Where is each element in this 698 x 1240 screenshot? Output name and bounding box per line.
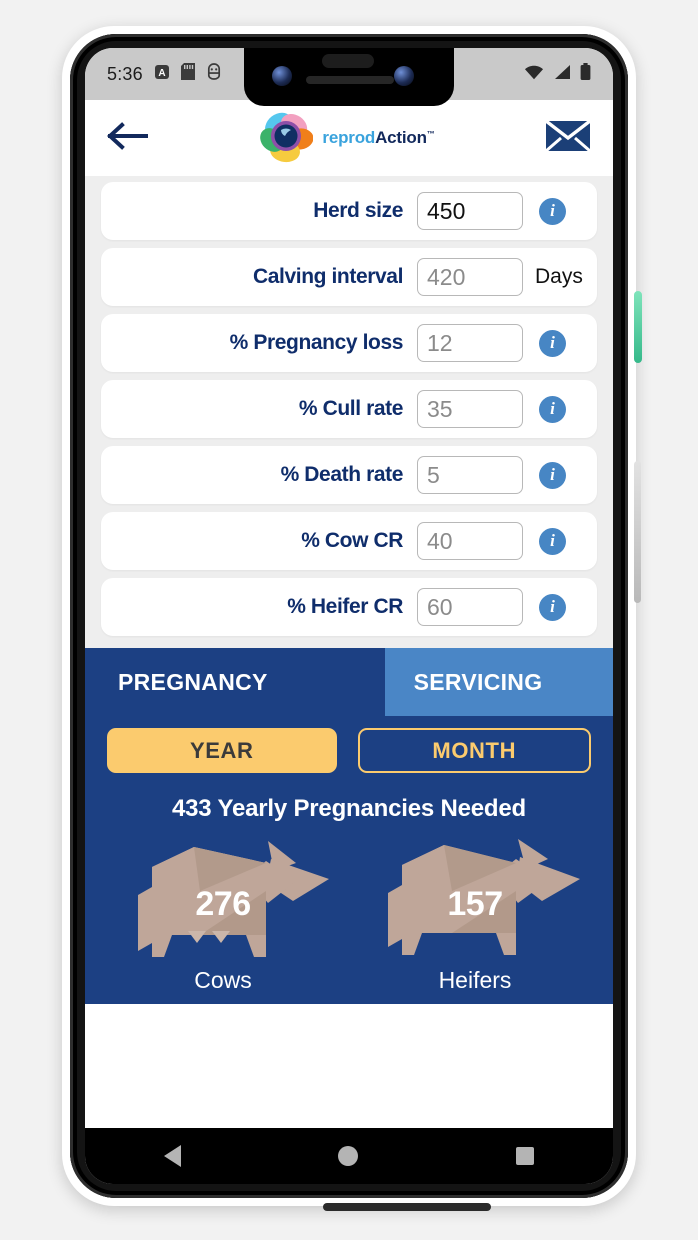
results-tabs: SERVICING PREGNANCY: [85, 648, 613, 716]
wifi-icon: [524, 64, 544, 85]
nav-home-icon[interactable]: [338, 1146, 359, 1166]
tab-pregnancy[interactable]: PREGNANCY: [85, 648, 385, 716]
field-suffix: Days: [535, 265, 583, 288]
android-debug-icon: [206, 63, 222, 85]
brand-logo: reprodAction™: [259, 109, 435, 168]
info-icon[interactable]: i: [539, 395, 566, 423]
animal-results: 276 Cows 157 Heifers: [85, 829, 613, 1004]
info-slot: i: [523, 461, 597, 489]
field-label: % Death rate: [280, 463, 404, 486]
heifers-result: 157 Heifers: [357, 833, 593, 994]
field-row: % Cull rate i: [101, 380, 597, 438]
info-slot: i: [523, 197, 597, 225]
field-label: % Cull rate: [298, 397, 404, 420]
field-input[interactable]: [417, 258, 523, 296]
reprodaction-swirl-icon: [259, 109, 314, 168]
signal-icon: [553, 64, 571, 85]
info-icon[interactable]: i: [539, 461, 566, 489]
alarm-a-icon: A: [154, 64, 170, 85]
field-label: Herd size: [313, 199, 403, 222]
info-icon[interactable]: i: [539, 329, 566, 357]
parameters-form: Herd size i Calving interval Days % Pregnanc…: [85, 176, 613, 648]
period-month-button[interactable]: MONTH: [357, 728, 591, 773]
field-row: % Heifer CR i: [101, 578, 597, 636]
info-icon[interactable]: i: [539, 197, 566, 225]
power-button[interactable]: [634, 291, 642, 363]
info-icon[interactable]: i: [539, 593, 566, 621]
sd-card-icon: [180, 63, 195, 85]
info-slot: i: [523, 593, 597, 621]
svg-text:A: A: [158, 68, 165, 79]
tab-pregnancy-label: PREGNANCY: [118, 668, 268, 695]
results-panel: SERVICING PREGNANCY YEAR MONTH 433 Yearl…: [85, 648, 613, 1004]
field-input[interactable]: [417, 456, 523, 494]
field-row: % Death rate i: [101, 446, 597, 504]
period-toggle-group: YEAR MONTH: [85, 716, 613, 773]
status-time: 5:36: [107, 63, 143, 84]
phone-screen: 5:36 A reprodAction™ Herd size 450 i Cal…: [85, 48, 613, 1184]
status-bar-left: 5:36 A: [85, 63, 222, 85]
field-input[interactable]: [417, 390, 523, 428]
period-month-label: MONTH: [432, 737, 517, 763]
cow-figure-wrap: 276: [105, 833, 341, 963]
front-camera-left-icon: [272, 66, 292, 86]
earpiece-speaker: [306, 76, 394, 84]
cows-label: Cows: [194, 967, 252, 993]
nav-recents-icon[interactable]: [516, 1147, 535, 1165]
volume-rocker[interactable]: [634, 461, 641, 603]
android-nav-bar: [85, 1128, 613, 1184]
field-input[interactable]: [417, 192, 523, 230]
field-input[interactable]: [417, 588, 523, 626]
tab-servicing-label: SERVICING: [413, 668, 543, 695]
back-arrow-icon[interactable]: [107, 121, 149, 156]
brand-trademark: ™: [426, 129, 435, 139]
camera-notch: [244, 48, 454, 106]
cows-count: 276: [195, 885, 251, 923]
battery-icon: [580, 62, 591, 86]
heifers-count: 157: [447, 885, 503, 923]
brand-name: reprodAction™: [322, 128, 434, 148]
app-header: reprodAction™: [85, 100, 613, 176]
brand-name-part2: Action: [375, 128, 427, 147]
field-row: Herd size i: [101, 182, 597, 240]
field-label: % Heifer CR: [287, 595, 403, 618]
field-label: % Cow CR: [301, 529, 403, 552]
nav-back-icon[interactable]: [163, 1145, 181, 1167]
cows-result: 276 Cows: [105, 833, 341, 994]
front-camera-right-icon: [394, 66, 414, 86]
status-bar-right: [524, 62, 591, 86]
notch-indent: [322, 54, 374, 68]
field-label: % Pregnancy loss: [229, 331, 404, 354]
field-row: % Cow CR i: [101, 512, 597, 570]
envelope-icon[interactable]: [544, 118, 592, 159]
status-bar: 5:36 A: [85, 48, 613, 106]
period-year-label: YEAR: [189, 737, 254, 763]
info-slot: i: [523, 527, 597, 555]
summary-text: 433 Yearly Pregnancies Needed: [172, 795, 526, 822]
info-icon[interactable]: i: [539, 527, 566, 555]
field-input[interactable]: [417, 522, 523, 560]
brand-name-part1: reprod: [322, 128, 376, 147]
info-slot: i: [523, 395, 597, 423]
period-year-button[interactable]: YEAR: [107, 728, 337, 773]
field-input[interactable]: [417, 324, 523, 362]
field-row: Calving interval Days: [101, 248, 597, 306]
info-slot: i: [523, 329, 597, 357]
field-row: % Pregnancy loss i: [101, 314, 597, 372]
heifers-label: Heifers: [438, 967, 512, 993]
screenshot-stage: 5:36 A reprodAction™ Herd size 450 i Cal…: [0, 0, 698, 1240]
field-label: Calving interval: [253, 265, 403, 288]
phone-device: 5:36 A reprodAction™ Herd size 450 i Cal…: [62, 26, 636, 1211]
bottom-speaker-grille: [323, 1203, 491, 1211]
heifer-figure-wrap: 157: [357, 833, 593, 963]
